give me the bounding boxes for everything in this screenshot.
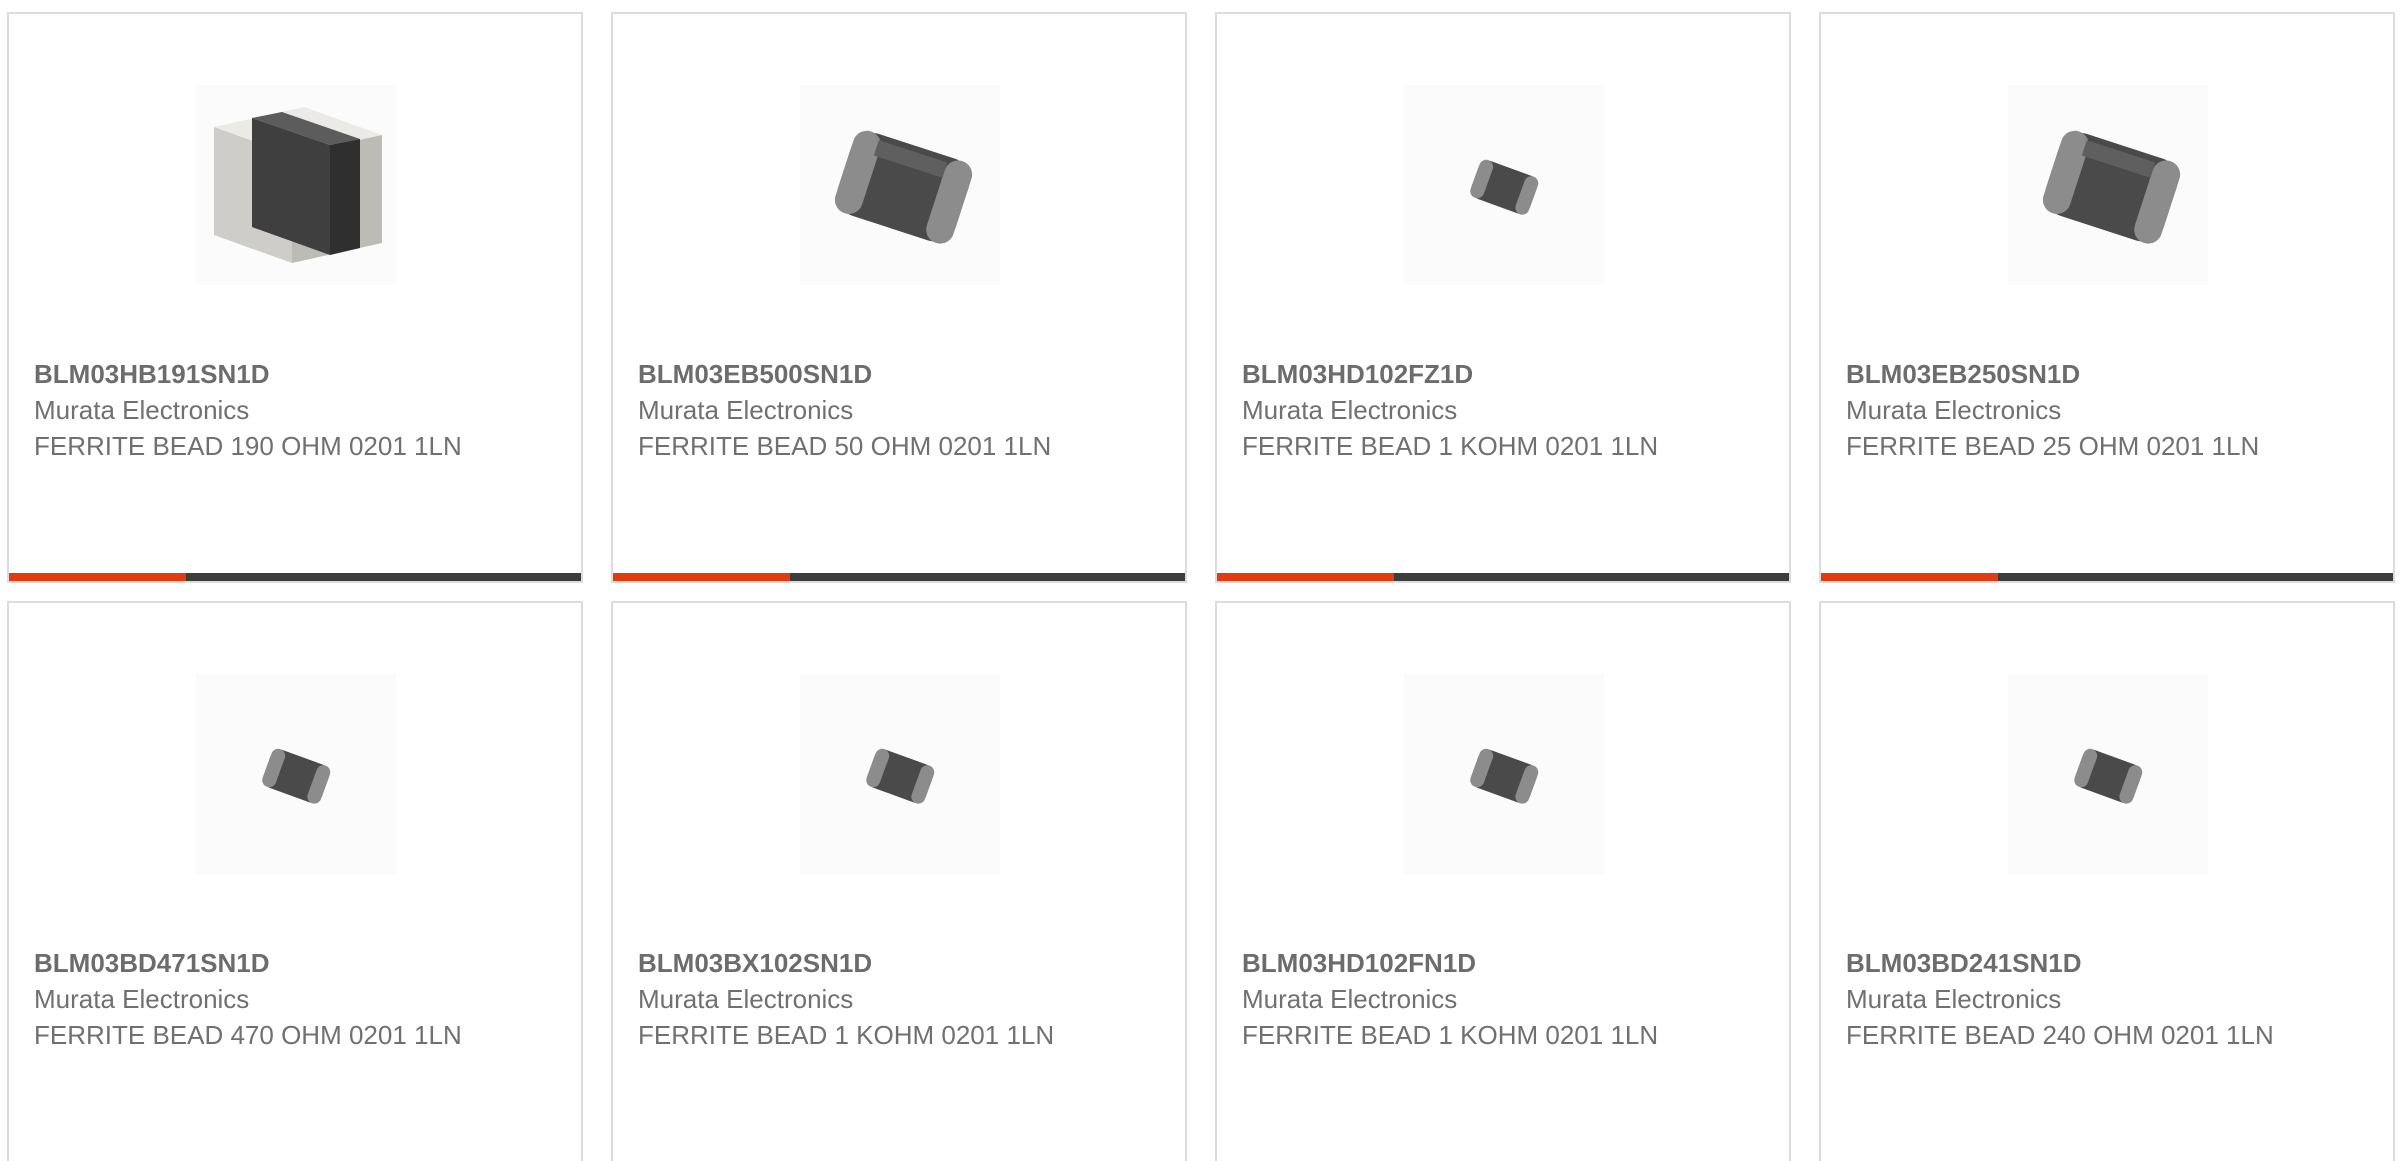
- part-number[interactable]: BLM03BD241SN1D: [1846, 945, 2373, 981]
- manufacturer: Murata Electronics: [1846, 395, 2062, 425]
- product-card[interactable]: BLM03HD102FZ1D Murata Electronics FERRIT…: [1215, 12, 1791, 583]
- product-info: BLM03EB250SN1D Murata Electronics FERRIT…: [1846, 356, 2373, 464]
- product-description: FERRITE BEAD 1 KOHM 0201 1LN: [638, 1020, 1055, 1050]
- part-number[interactable]: BLM03HB191SN1D: [34, 356, 561, 392]
- hover-indicator-bar: [613, 573, 1185, 581]
- product-image[interactable]: [196, 85, 396, 285]
- product-info: BLM03BD471SN1D Murata Electronics FERRIT…: [34, 945, 561, 1053]
- hover-indicator-bar: [1217, 573, 1789, 581]
- hover-indicator-bar: [1821, 573, 2393, 581]
- product-info: BLM03EB500SN1D Murata Electronics FERRIT…: [638, 356, 1165, 464]
- product-card[interactable]: BLM03BX102SN1D Murata Electronics FERRIT…: [611, 601, 1187, 1161]
- ferrite-bead-small-icon: [866, 748, 935, 804]
- part-number[interactable]: BLM03HD102FZ1D: [1242, 356, 1769, 392]
- product-info: BLM03HB191SN1D Murata Electronics FERRIT…: [34, 356, 561, 464]
- product-image[interactable]: [2008, 674, 2208, 874]
- product-info: BLM03BX102SN1D Murata Electronics FERRIT…: [638, 945, 1165, 1053]
- product-image[interactable]: [2008, 85, 2208, 285]
- product-description: FERRITE BEAD 1 KOHM 0201 1LN: [1242, 1020, 1659, 1050]
- hover-indicator-fill: [613, 573, 791, 581]
- product-description: FERRITE BEAD 190 OHM 0201 1LN: [34, 431, 462, 461]
- part-number[interactable]: BLM03BD471SN1D: [34, 945, 561, 981]
- ferrite-bead-small-icon: [262, 748, 331, 804]
- product-grid: BLM03HB191SN1D Murata Electronics FERRIT…: [0, 0, 2400, 1161]
- hover-indicator-fill: [1821, 573, 1999, 581]
- hover-indicator-bar: [9, 573, 581, 581]
- product-description: FERRITE BEAD 240 OHM 0201 1LN: [1846, 1020, 2274, 1050]
- ferrite-bead-small-icon: [1470, 159, 1539, 215]
- product-card[interactable]: BLM03EB500SN1D Murata Electronics FERRIT…: [611, 12, 1187, 583]
- product-image[interactable]: [196, 674, 396, 874]
- manufacturer: Murata Electronics: [1846, 984, 2062, 1014]
- product-card[interactable]: BLM03BD241SN1D Murata Electronics FERRIT…: [1819, 601, 2395, 1161]
- part-number[interactable]: BLM03BX102SN1D: [638, 945, 1165, 981]
- product-info: BLM03HD102FZ1D Murata Electronics FERRIT…: [1242, 356, 1769, 464]
- product-image[interactable]: [800, 85, 1000, 285]
- manufacturer: Murata Electronics: [1242, 395, 1458, 425]
- product-info: BLM03BD241SN1D Murata Electronics FERRIT…: [1846, 945, 2373, 1053]
- ferrite-bead-small-icon: [1470, 748, 1539, 804]
- hover-indicator-fill: [1217, 573, 1395, 581]
- product-image[interactable]: [1404, 85, 1604, 285]
- manufacturer: Murata Electronics: [638, 984, 854, 1014]
- ferrite-bead-medium-icon: [2042, 130, 2181, 244]
- product-card[interactable]: BLM03BD471SN1D Murata Electronics FERRIT…: [7, 601, 583, 1161]
- manufacturer: Murata Electronics: [34, 395, 250, 425]
- product-image[interactable]: [800, 674, 1000, 874]
- product-info: BLM03HD102FN1D Murata Electronics FERRIT…: [1242, 945, 1769, 1053]
- product-description: FERRITE BEAD 25 OHM 0201 1LN: [1846, 431, 2260, 461]
- manufacturer: Murata Electronics: [638, 395, 854, 425]
- hover-indicator-fill: [9, 573, 187, 581]
- product-image[interactable]: [1404, 674, 1604, 874]
- product-description: FERRITE BEAD 470 OHM 0201 1LN: [34, 1020, 462, 1050]
- ferrite-bead-large-block-icon: [214, 107, 382, 263]
- manufacturer: Murata Electronics: [34, 984, 250, 1014]
- product-description: FERRITE BEAD 1 KOHM 0201 1LN: [1242, 431, 1659, 461]
- product-card[interactable]: BLM03EB250SN1D Murata Electronics FERRIT…: [1819, 12, 2395, 583]
- product-description: FERRITE BEAD 50 OHM 0201 1LN: [638, 431, 1052, 461]
- ferrite-bead-small-icon: [2074, 748, 2143, 804]
- ferrite-bead-medium-icon: [834, 130, 973, 244]
- manufacturer: Murata Electronics: [1242, 984, 1458, 1014]
- part-number[interactable]: BLM03HD102FN1D: [1242, 945, 1769, 981]
- product-card[interactable]: BLM03HD102FN1D Murata Electronics FERRIT…: [1215, 601, 1791, 1161]
- product-card[interactable]: BLM03HB191SN1D Murata Electronics FERRIT…: [7, 12, 583, 583]
- part-number[interactable]: BLM03EB500SN1D: [638, 356, 1165, 392]
- part-number[interactable]: BLM03EB250SN1D: [1846, 356, 2373, 392]
